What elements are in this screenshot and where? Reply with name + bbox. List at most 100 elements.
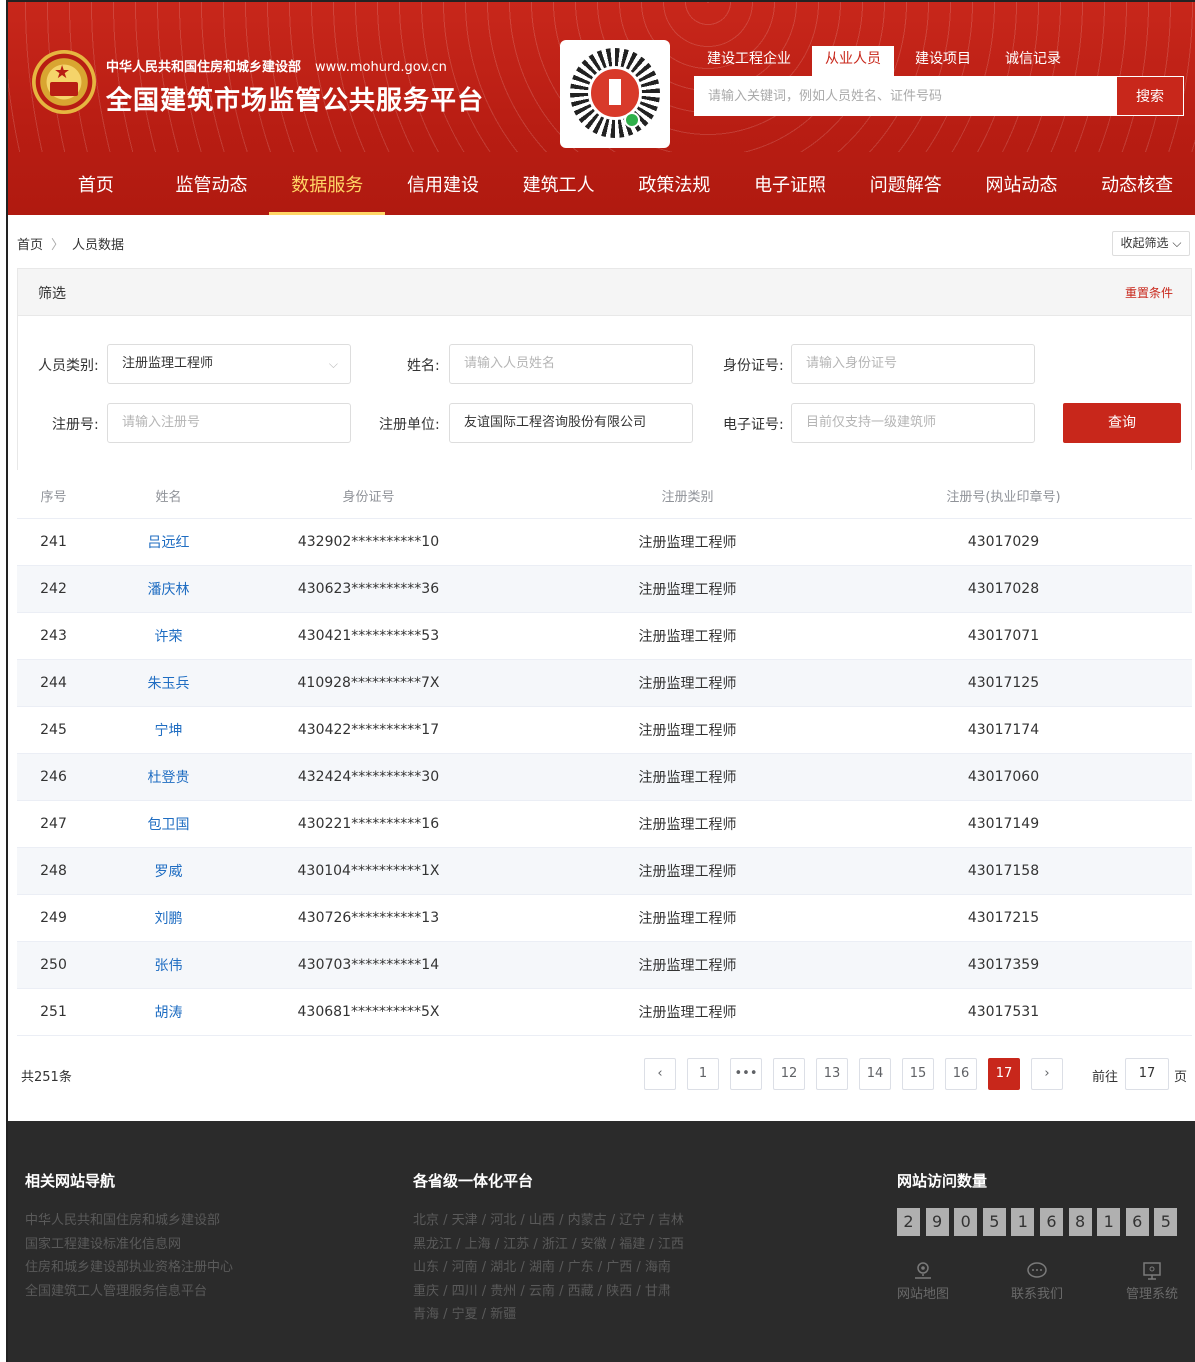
row-reg-type: 注册监理工程师 bbox=[638, 582, 737, 598]
row-reg-no: 43017125 bbox=[967, 675, 1040, 691]
footer-link[interactable]: 国家工程建设标准化信息网 bbox=[25, 1233, 233, 1257]
page-button[interactable]: 16 bbox=[945, 1058, 977, 1090]
personnel-table: 序号 姓名 身份证号 注册类别 注册号(执业印章号) 241 吕远红 432902*… bbox=[17, 472, 1192, 1036]
row-reg-no: 43017174 bbox=[967, 722, 1040, 738]
query-button[interactable]: 查询 bbox=[1063, 403, 1181, 443]
collapse-filter-label: 收起筛选 bbox=[1120, 236, 1169, 250]
reg-no-input[interactable]: 请输入注册号 bbox=[107, 403, 351, 443]
visit-digit: 5 bbox=[1154, 1208, 1178, 1236]
site-url[interactable]: www.mohurd.gov.cn bbox=[315, 60, 447, 75]
footer-link[interactable]: 中华人民共和国住房和城乡建设部 bbox=[25, 1209, 233, 1233]
search-tab-project[interactable]: 建设项目 bbox=[902, 46, 984, 76]
nav-item-e-certificate[interactable]: 电子证照 bbox=[732, 160, 848, 215]
chevron-down-icon: ⌵ bbox=[328, 357, 338, 371]
prev-page-button[interactable]: ‹ bbox=[644, 1058, 676, 1090]
page-button[interactable]: 1 bbox=[687, 1058, 719, 1090]
nav-item-home[interactable]: 首页 bbox=[38, 160, 154, 215]
row-index: 251 bbox=[40, 1004, 67, 1020]
row-index: 242 bbox=[40, 581, 67, 597]
col-header-reg-type: 注册类别 bbox=[661, 489, 714, 505]
province-line[interactable]: 重庆 / 四川 / 贵州 / 云南 / 西藏 / 陕西 / 甘肃 bbox=[413, 1280, 684, 1304]
footer-visits-title: 网站访问数量 bbox=[897, 1172, 988, 1190]
row-reg-no: 43017359 bbox=[967, 957, 1040, 973]
national-emblem-logo: ★ bbox=[32, 50, 96, 114]
page-button[interactable]: 15 bbox=[902, 1058, 934, 1090]
province-line[interactable]: 青海 / 宁夏 / 新疆 bbox=[413, 1303, 684, 1327]
row-id-number: 430104**********1X bbox=[297, 863, 440, 879]
row-id-number: 430726**********13 bbox=[297, 910, 440, 926]
table-row: 246 杜登贵 432424**********30 注册监理工程师 43017060 bbox=[17, 754, 1192, 801]
goto-page-input[interactable]: 17 bbox=[1125, 1058, 1169, 1090]
ministry-name: 中华人民共和国住房和城乡建设部 bbox=[106, 60, 302, 75]
row-id-number: 430623**********36 bbox=[297, 581, 440, 597]
person-name-link[interactable]: 包卫国 bbox=[90, 814, 247, 834]
visit-digit: 2 bbox=[897, 1208, 920, 1236]
id-number-input[interactable]: 请输入身份证号 bbox=[791, 344, 1035, 384]
page-button[interactable]: 13 bbox=[816, 1058, 848, 1090]
province-line[interactable]: 山东 / 河南 / 湖北 / 湖南 / 广东 / 广西 / 海南 bbox=[413, 1256, 684, 1280]
page-ellipsis-button[interactable]: ••• bbox=[730, 1058, 762, 1090]
person-type-value: 注册监理工程师 bbox=[122, 356, 214, 371]
person-name-link[interactable]: 胡涛 bbox=[90, 1002, 247, 1022]
row-index: 247 bbox=[40, 816, 67, 832]
nav-item-regulation-news[interactable]: 监管动态 bbox=[154, 160, 270, 215]
contact-us-link[interactable]: 联系我们 bbox=[1011, 1261, 1063, 1302]
row-reg-no: 43017215 bbox=[967, 910, 1040, 926]
row-reg-type: 注册监理工程师 bbox=[638, 535, 737, 551]
province-line[interactable]: 北京 / 天津 / 河北 / 山西 / 内蒙古 / 辽宁 / 吉林 bbox=[413, 1209, 684, 1233]
visit-digit: 8 bbox=[1068, 1208, 1092, 1236]
unit-input[interactable]: 友谊国际工程咨询股份有限公司 bbox=[449, 403, 693, 443]
nav-item-faq[interactable]: 问题解答 bbox=[848, 160, 964, 215]
nav-item-verification[interactable]: 动态核查 bbox=[1079, 160, 1195, 215]
next-page-button[interactable]: › bbox=[1031, 1058, 1063, 1090]
footer-nav-links: 中华人民共和国住房和城乡建设部 国家工程建设标准化信息网 住房和城乡建设部执业资… bbox=[25, 1209, 233, 1303]
row-id-number: 430703**********14 bbox=[297, 957, 440, 973]
nav-item-data-service[interactable]: 数据服务 bbox=[269, 160, 386, 215]
footer-link[interactable]: 全国建筑工人管理服务信息平台 bbox=[25, 1280, 233, 1304]
nav-item-credit[interactable]: 信用建设 bbox=[385, 160, 501, 215]
table-row: 241 吕远红 432902**********10 注册监理工程师 43017029 bbox=[17, 519, 1192, 566]
collapse-filter-button[interactable]: 收起筛选 ⌵ bbox=[1112, 231, 1190, 256]
e-cert-input[interactable]: 目前仅支持一级建筑师 bbox=[791, 403, 1035, 443]
footer-link[interactable]: 住房和城乡建设部执业资格注册中心 bbox=[25, 1256, 233, 1280]
admin-system-link[interactable]: 管理系统 bbox=[1126, 1261, 1178, 1302]
site-map-link[interactable]: 网站地图 bbox=[897, 1261, 949, 1302]
person-type-select[interactable]: 注册监理工程师 ⌵ bbox=[107, 344, 351, 384]
person-name-link[interactable]: 潘庆林 bbox=[90, 579, 247, 599]
row-id-number: 430221**********16 bbox=[297, 816, 440, 832]
person-name-link[interactable]: 罗威 bbox=[90, 861, 247, 881]
person-name-link[interactable]: 张伟 bbox=[90, 955, 247, 975]
name-input[interactable]: 请输入人员姓名 bbox=[449, 344, 693, 384]
reset-conditions-link[interactable]: 重置条件 bbox=[1125, 284, 1173, 301]
person-name-link[interactable]: 刘鹏 bbox=[90, 908, 247, 928]
table-row: 250 张伟 430703**********14 注册监理工程师 43017359 bbox=[17, 942, 1192, 989]
person-name-link[interactable]: 吕远红 bbox=[90, 532, 247, 552]
nav-item-policy[interactable]: 政策法规 bbox=[617, 160, 733, 215]
search-tab-personnel[interactable]: 从业人员 bbox=[812, 46, 894, 76]
header-search-button[interactable]: 搜索 bbox=[1116, 76, 1184, 116]
person-name-link[interactable]: 宁坤 bbox=[90, 720, 247, 740]
page-button[interactable]: 14 bbox=[859, 1058, 891, 1090]
province-line[interactable]: 黑龙江 / 上海 / 江苏 / 浙江 / 安徽 / 福建 / 江西 bbox=[413, 1233, 684, 1257]
person-name-link[interactable]: 杜登贵 bbox=[90, 767, 247, 787]
row-id-number: 410928**********7X bbox=[297, 675, 440, 691]
nav-item-site-news[interactable]: 网站动态 bbox=[964, 160, 1080, 215]
breadcrumb-home[interactable]: 首页 bbox=[17, 238, 43, 253]
nav-item-workers[interactable]: 建筑工人 bbox=[501, 160, 617, 215]
person-name-link[interactable]: 许荣 bbox=[90, 626, 247, 646]
page-button[interactable]: 12 bbox=[773, 1058, 805, 1090]
search-tab-enterprise[interactable]: 建设工程企业 bbox=[694, 46, 804, 76]
current-page-button[interactable]: 17 bbox=[988, 1058, 1020, 1090]
row-reg-no: 43017531 bbox=[967, 1004, 1040, 1020]
header-search-input[interactable] bbox=[694, 76, 1104, 116]
row-reg-no: 43017060 bbox=[967, 769, 1040, 785]
name-label: 姓名: bbox=[407, 358, 440, 374]
chevron-down-icon: ⌵ bbox=[1172, 236, 1182, 250]
filter-form: 人员类别: 注册监理工程师 ⌵ 姓名: 请输入人员姓名 身份证号: 请输入身份证号… bbox=[17, 315, 1192, 470]
row-id-number: 432424**********30 bbox=[297, 769, 440, 785]
person-name-link[interactable]: 朱玉兵 bbox=[90, 673, 247, 693]
visit-digit: 0 bbox=[954, 1208, 978, 1236]
search-tab-credit[interactable]: 诚信记录 bbox=[992, 46, 1074, 76]
table-row: 245 宁坤 430422**********17 注册监理工程师 43017174 bbox=[17, 707, 1192, 754]
goto-label: 前往 bbox=[1092, 1070, 1119, 1085]
